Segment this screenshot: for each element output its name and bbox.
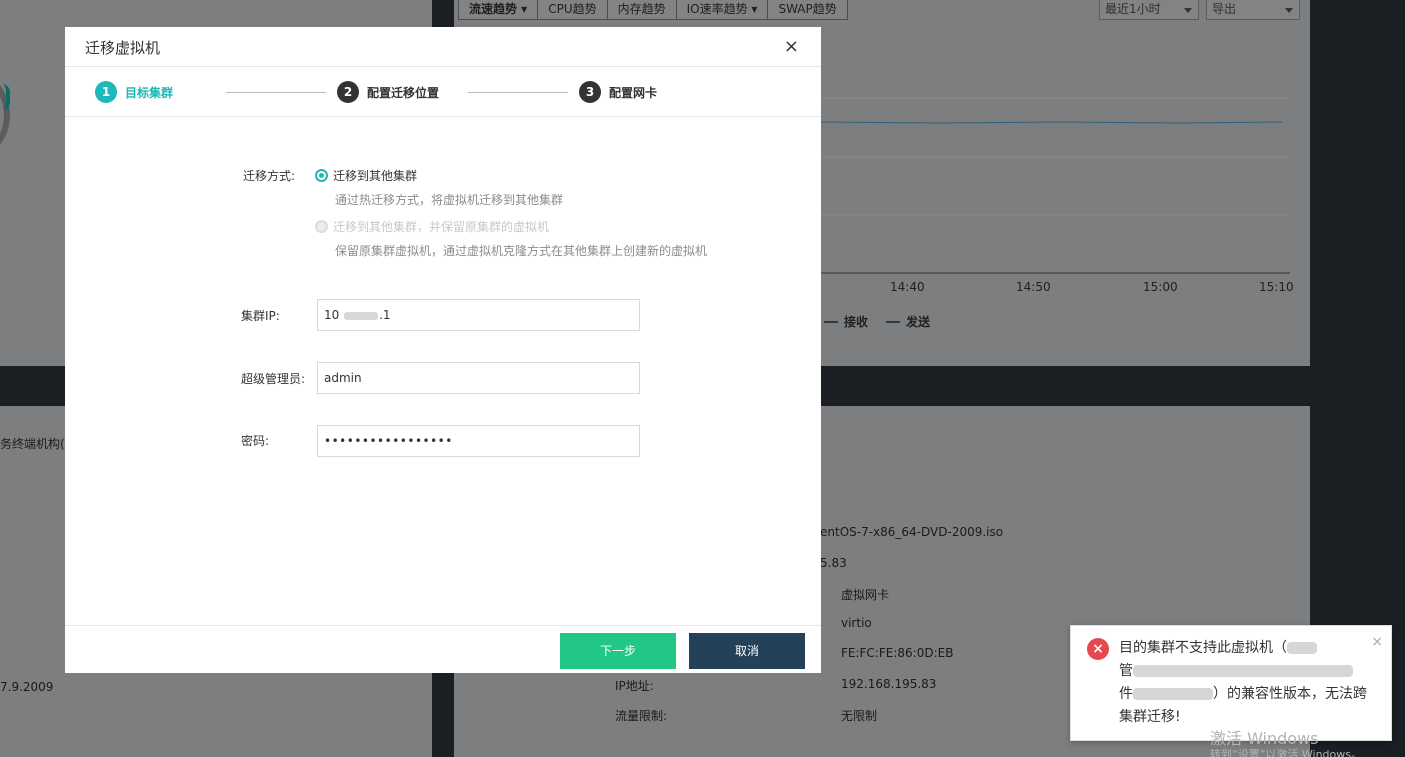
step-number: 1 (95, 81, 117, 103)
error-message: 目的集群不支持此虚拟机（ 管 件 ）的兼容性版本，无法跨 集群迁移! (1119, 637, 1367, 729)
dialog-header: 迁移虚拟机 × (65, 27, 821, 67)
error-line2a: 管 (1119, 663, 1133, 679)
series-line-receive (820, 121, 1283, 124)
traffic-limit-value: 无限制 (841, 709, 878, 723)
gauge-ring-accent (2, 84, 10, 110)
step-label: 配置迁移位置 (367, 85, 440, 100)
wizard-steps: 1 目标集群 2 配置迁移位置 3 配置网卡 (65, 67, 821, 117)
dialog-footer: 下一步 取消 (65, 625, 821, 673)
legend-swatch-receive (824, 320, 838, 323)
traffic-chart (820, 97, 1290, 274)
chart-legend: 接收 发送 (824, 313, 930, 330)
error-notification: × 目的集群不支持此虚拟机（ 管 件 ）的兼容性版本，无法跨 集群迁移! × (1070, 625, 1392, 741)
tab-io-trend[interactable]: IO速率趋势 ▾ (675, 0, 769, 20)
ip-address-value: 192.168.195.83 (841, 677, 937, 691)
error-icon: × (1087, 638, 1109, 660)
password-input[interactable]: ••••••••••••••••• (317, 425, 640, 457)
error-line2c: ）的兼容性版本，无法跨 (1213, 686, 1367, 702)
x-tick-label: 15:00 (1143, 280, 1178, 294)
step-network-card: 3 配置网卡 (579, 81, 657, 103)
radio-checked-icon (315, 169, 328, 182)
tab-cpu-trend[interactable]: CPU趋势 (537, 0, 608, 20)
step-target-cluster: 1 目标集群 (95, 81, 173, 103)
error-line2b: 件 (1119, 686, 1133, 702)
migrate-vm-dialog: 迁移虚拟机 × 1 目标集群 2 配置迁移位置 3 配置网卡 迁移方式: 迁移到… (65, 27, 821, 673)
tab-memory-trend[interactable]: 内存趋势 (606, 0, 677, 20)
x-tick-label: 14:50 (1016, 280, 1051, 294)
radio-migrate-other-cluster[interactable]: 迁移到其他集群 (315, 167, 417, 184)
redacted-block (1287, 642, 1317, 654)
legend-receive: 接收 (844, 315, 869, 329)
step-number: 2 (337, 81, 359, 103)
redacted-block (344, 311, 379, 320)
time-range-value: 最近1小时 (1105, 2, 1161, 16)
cluster-ip-input[interactable]: 10 .1 (317, 299, 640, 331)
traffic-limit-label: 流量限制: (615, 709, 668, 723)
password-label: 密码: (241, 434, 270, 448)
tab-swap-trend[interactable]: SWAP趋势 (767, 0, 848, 20)
windows-activation-hint: 转到“设置”以激活 Windows。 (1210, 748, 1362, 757)
super-admin-input[interactable] (317, 362, 640, 394)
step-connector (468, 92, 568, 93)
next-step-button[interactable]: 下一步 (560, 633, 676, 669)
migrate-mode-label: 迁移方式: (243, 169, 296, 183)
step-migration-location: 2 配置迁移位置 (337, 81, 439, 103)
step-connector (226, 92, 326, 93)
close-icon[interactable]: × (784, 36, 799, 57)
chevron-down-icon (1184, 8, 1192, 13)
mac-address-value: FE:FC:FE:86:0D:EB (841, 646, 954, 660)
nic-type-value: 虚拟网卡 (841, 588, 890, 602)
cluster-ip-suffix: .1 (379, 308, 391, 322)
cluster-ip-label: 集群IP: (241, 309, 280, 323)
nic-model-value: virtio (841, 616, 872, 630)
iso-name-text: entOS-7-x86_64-DVD-2009.iso (820, 525, 1004, 539)
chart-tab-bar: 流速趋势 ▾ CPU趋势 内存趋势 IO速率趋势 ▾ SWAP趋势 (458, 0, 848, 20)
close-icon[interactable]: × (1371, 634, 1383, 650)
option1-hint: 通过热迁移方式，将虚拟机迁移到其他集群 (335, 193, 564, 207)
legend-send: 发送 (906, 315, 931, 329)
export-label: 导出 (1212, 2, 1237, 16)
radio-label: 迁移到其他集群，并保留原集群的虚拟机 (333, 220, 550, 234)
export-select[interactable]: 导出 (1206, 0, 1300, 20)
step-label: 目标集群 (125, 85, 174, 100)
os-version-text: 7.9.2009 (0, 680, 54, 694)
error-line3: 集群迁移! (1119, 709, 1181, 725)
left-snippet-text: 务终端机构( (0, 437, 65, 451)
time-range-select[interactable]: 最近1小时 (1099, 0, 1199, 20)
step-number: 3 (579, 81, 601, 103)
radio-migrate-keep-original[interactable]: 迁移到其他集群，并保留原集群的虚拟机 (315, 218, 549, 235)
redacted-block (1133, 688, 1213, 700)
x-tick-label: 14:40 (890, 280, 925, 294)
cluster-ip-prefix: 10 (324, 308, 340, 322)
ip-address-label: IP地址: (615, 679, 654, 693)
chevron-down-icon (1285, 8, 1293, 13)
ip-partial-text: 5.83 (820, 556, 847, 570)
error-line1: 目的集群不支持此虚拟机（ (1119, 640, 1287, 656)
super-admin-label: 超级管理员: (241, 372, 306, 386)
tab-flow-trend[interactable]: 流速趋势 ▾ (458, 0, 539, 20)
legend-swatch-send (886, 320, 901, 323)
dialog-title: 迁移虚拟机 (85, 39, 161, 57)
step-label: 配置网卡 (609, 85, 658, 100)
x-tick-label: 15:10 (1259, 280, 1294, 294)
option2-hint: 保留原集群虚拟机，通过虚拟机克隆方式在其他集群上创建新的虚拟机 (335, 244, 708, 258)
radio-unchecked-icon (315, 220, 328, 233)
radio-label: 迁移到其他集群 (333, 169, 418, 183)
cancel-button[interactable]: 取消 (689, 633, 805, 669)
redacted-block (1133, 665, 1353, 677)
